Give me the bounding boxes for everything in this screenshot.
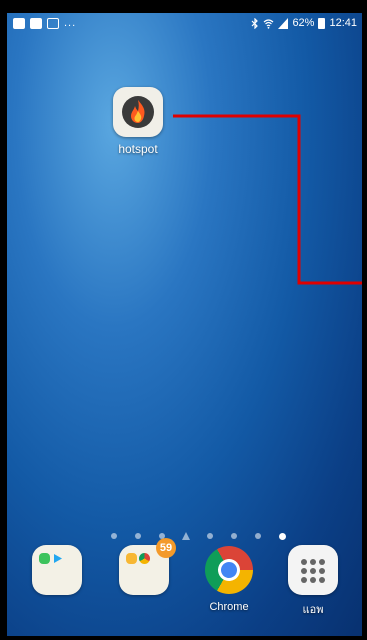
dock-apps[interactable]: แอพ <box>285 545 341 618</box>
chrome-icon <box>196 537 262 603</box>
apps-label: แอพ <box>302 604 324 616</box>
dock-folder-2[interactable]: 59 <box>116 538 176 595</box>
whatsapp-mini-icon <box>39 553 50 564</box>
apps-grid-icon <box>288 545 338 595</box>
page-dot[interactable] <box>198 531 222 541</box>
page-dot[interactable] <box>222 531 246 541</box>
folder-icon: 59 <box>119 538 176 595</box>
page-dot[interactable] <box>246 531 270 541</box>
dock-folder-1[interactable] <box>29 545 85 595</box>
play-store-mini-icon <box>52 553 63 564</box>
folder-icon <box>32 545 82 595</box>
chrome-mini-icon <box>139 553 150 564</box>
annotation-connector-line <box>173 114 362 285</box>
dock-chrome[interactable]: Chrome <box>196 537 262 613</box>
page-dot[interactable] <box>102 531 126 541</box>
chrome-label: Chrome <box>209 601 249 613</box>
active-page-dot[interactable] <box>270 531 294 541</box>
home-page-dot[interactable] <box>174 531 198 541</box>
home-screen: ... 62% 12:41 hotspot 59 Chrome แอพ <box>7 13 362 636</box>
notification-badge: 59 <box>156 538 176 558</box>
folder-app-mini-icon <box>126 553 137 564</box>
page-indicator[interactable] <box>102 531 294 541</box>
page-dot[interactable] <box>126 531 150 541</box>
